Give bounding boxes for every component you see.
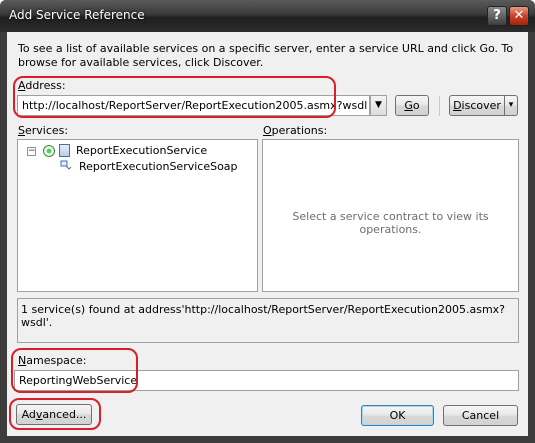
service-document-icon (59, 144, 70, 157)
tree-item-report-execution-service[interactable]: ReportExecutionService (76, 144, 207, 157)
services-tree[interactable]: − ReportExecutionService ReportExecution… (17, 139, 258, 292)
address-highlight (13, 76, 336, 118)
title-bar[interactable]: Add Service Reference ? ✕ (0, 0, 535, 32)
close-button[interactable]: ✕ (509, 6, 529, 26)
dialog-body: To see a list of available services on a… (7, 32, 528, 436)
cancel-button[interactable]: Cancel (443, 405, 518, 426)
service-icon (43, 145, 55, 157)
discover-button[interactable]: Discover (449, 95, 505, 116)
collapse-icon[interactable]: − (27, 147, 36, 156)
help-button[interactable]: ? (487, 6, 507, 26)
discover-dropdown-button[interactable]: ▾ (504, 95, 518, 116)
address-history-dropdown[interactable]: ▼ (370, 95, 387, 116)
advanced-highlight (9, 398, 101, 430)
add-service-reference-dialog: Add Service Reference ? ✕ To see a list … (0, 0, 535, 443)
operations-list[interactable]: Select a service contract to view its op… (262, 139, 519, 292)
operations-label: Operations: (263, 124, 328, 137)
chevron-down-icon: ▾ (508, 100, 514, 110)
tree-item-report-execution-service-soap[interactable]: ReportExecutionServiceSoap (79, 160, 238, 173)
ok-button[interactable]: OK (361, 405, 434, 426)
toolbar-separator (439, 96, 440, 116)
contract-icon (60, 160, 72, 170)
operations-placeholder: Select a service contract to view its op… (292, 210, 489, 236)
services-label: Services: (18, 124, 69, 137)
status-message: 1 service(s) found at address'http://loc… (17, 298, 519, 343)
chevron-down-icon: ▼ (375, 100, 382, 110)
window-title: Add Service Reference (9, 8, 145, 22)
instructions-text: To see a list of available services on a… (18, 42, 514, 69)
go-button[interactable]: Go (395, 95, 429, 116)
namespace-highlight (11, 348, 138, 393)
